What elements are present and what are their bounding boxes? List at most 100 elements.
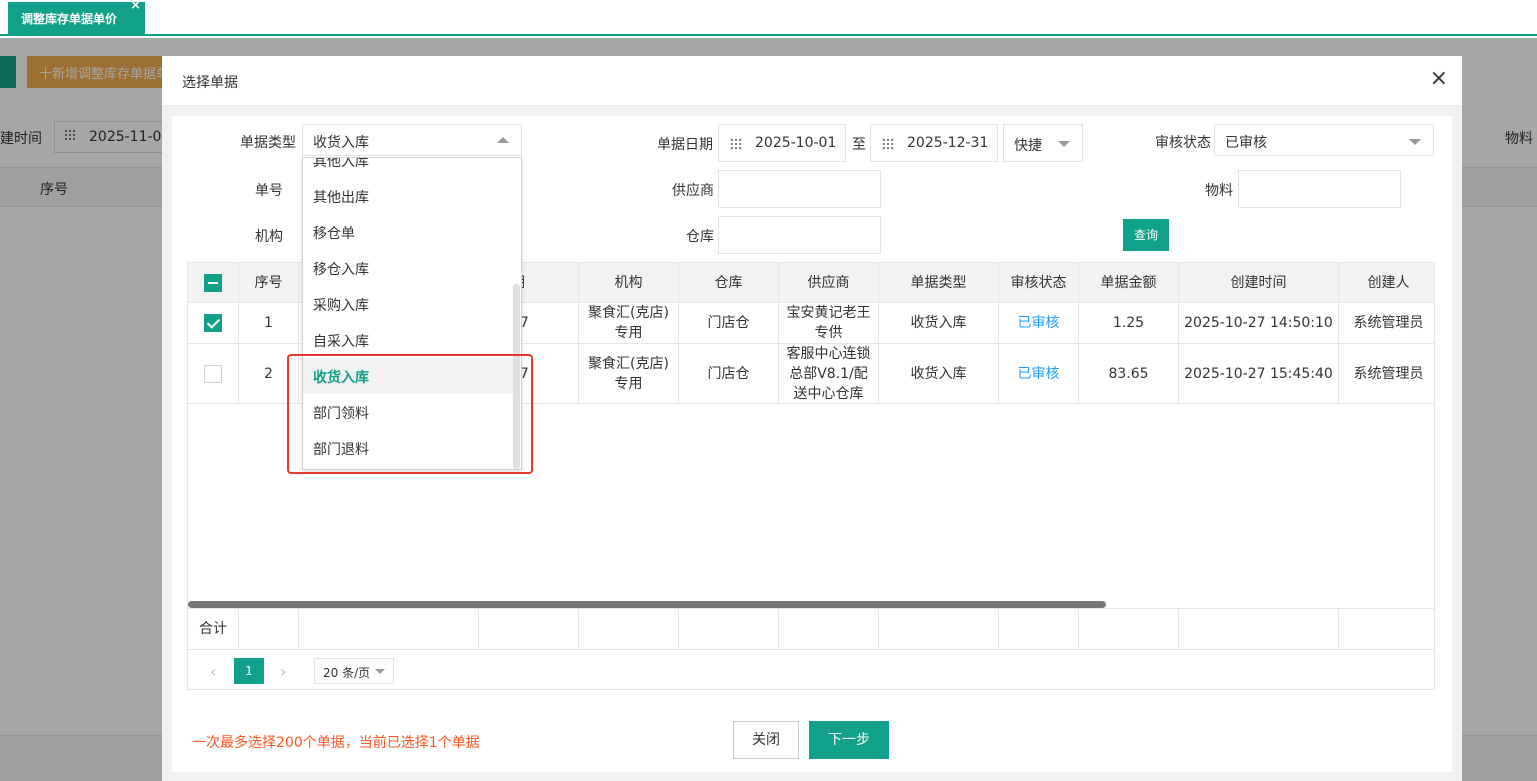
close-icon[interactable]: × <box>1430 66 1448 92</box>
cell-index: 1 <box>239 303 299 343</box>
caret-up-icon <box>497 137 509 143</box>
cell-created-time: 2025-10-27 14:50:10 <box>1179 303 1339 343</box>
sum-cell <box>239 609 299 649</box>
date-from-field[interactable]: 2025-10-01 <box>718 124 846 162</box>
sum-cell <box>879 609 999 649</box>
checkbox-checked-icon[interactable] <box>204 314 222 332</box>
col-doc-type: 单据类型 <box>879 263 999 302</box>
date-to-value: 2025-12-31 <box>907 135 989 151</box>
page-size-select[interactable]: 20 条/页 <box>314 658 394 684</box>
checkbox-partial-icon[interactable] <box>204 273 222 292</box>
sum-cell <box>299 609 479 649</box>
org-label: 机构 <box>255 229 283 245</box>
cell-org: 聚食汇(克店)专用 <box>579 344 679 403</box>
cell-doc-type: 收货入库 <box>879 303 999 343</box>
doc-type-label: 单据类型 <box>240 135 296 151</box>
modal-body: 单据类型 收货入库 单据日期 2025-10-01 至 2025-12-31 快… <box>172 116 1452 760</box>
dropdown-item-transfer-in[interactable]: 移仓入库 <box>303 250 513 286</box>
warehouse-label: 仓库 <box>686 229 714 245</box>
selection-message: 一次最多选择200个单据，当前已选择1个单据 <box>192 735 480 751</box>
sum-cell <box>1079 609 1179 649</box>
modal-header: 选择单据 × <box>162 56 1462 106</box>
cell-warehouse: 门店仓 <box>679 344 779 403</box>
review-status-select[interactable]: 已审核 <box>1214 124 1434 156</box>
cell-review-status[interactable]: 已审核 <box>999 303 1079 343</box>
row-select[interactable] <box>188 303 239 343</box>
calendar-icon <box>731 137 743 149</box>
doc-date-label: 单据日期 <box>657 137 713 153</box>
cell-org: 聚食汇(克店)专用 <box>579 303 679 343</box>
doc-type-select[interactable]: 收货入库 <box>302 124 522 156</box>
review-status-label: 审核状态 <box>1155 135 1211 151</box>
tab-label: 调整库存单据单价 <box>21 12 118 26</box>
dropdown-item-transfer[interactable]: 移仓单 <box>303 214 513 250</box>
cell-creator: 系统管理员 <box>1339 303 1434 343</box>
warehouse-input[interactable] <box>718 216 881 254</box>
sum-cell <box>1179 609 1339 649</box>
col-created-time: 创建时间 <box>1179 263 1339 302</box>
cell-review-status[interactable]: 已审核 <box>999 344 1079 403</box>
cell-supplier: 客服中心连锁总部V8.1/配送中心仓库 <box>779 344 879 403</box>
doc-type-dropdown[interactable]: 其他入库 其他出库 移仓单 移仓入库 采购入库 自采入库 收货入库 部门领料 部… <box>302 157 522 470</box>
material-label: 物料 <box>1205 183 1233 199</box>
top-tab-bar: 调整库存单据单价 × <box>0 0 1537 36</box>
supplier-input[interactable] <box>718 170 881 208</box>
sum-cell <box>999 609 1079 649</box>
review-status-value: 已审核 <box>1225 135 1267 151</box>
dropdown-item-purchase-in[interactable]: 采购入库 <box>303 286 513 322</box>
header-select-all[interactable] <box>188 263 239 302</box>
material-input[interactable] <box>1238 170 1401 208</box>
page-size-value: 20 条/页 <box>323 666 371 680</box>
col-warehouse: 仓库 <box>679 263 779 302</box>
col-org: 机构 <box>579 263 679 302</box>
col-review-status: 审核状态 <box>999 263 1079 302</box>
tab-close-icon[interactable]: × <box>130 0 141 13</box>
modal-footer: 一次最多选择200个单据，当前已选择1个单据 关闭 下一步 <box>172 712 1452 772</box>
cell-warehouse: 门店仓 <box>679 303 779 343</box>
close-button[interactable]: 关闭 <box>733 721 799 759</box>
cell-supplier: 宝安黄记老王专供 <box>779 303 879 343</box>
dropdown-scrollbar[interactable] <box>513 284 520 469</box>
col-amount: 单据金额 <box>1079 263 1179 302</box>
dropdown-item-dept-requisition[interactable]: 部门领料 <box>303 394 513 430</box>
col-index: 序号 <box>239 263 299 302</box>
tab-adjust-price[interactable]: 调整库存单据单价 × <box>8 0 145 34</box>
modal-title: 选择单据 <box>182 75 238 91</box>
date-separator: 至 <box>852 137 866 153</box>
dropdown-item-self-purchase-in[interactable]: 自采入库 <box>303 322 513 358</box>
sum-cell <box>1339 609 1434 649</box>
cell-amount: 1.25 <box>1079 303 1179 343</box>
date-to-field[interactable]: 2025-12-31 <box>870 124 998 162</box>
quick-value: 快捷 <box>1014 138 1042 154</box>
cell-creator: 系统管理员 <box>1339 344 1434 403</box>
cell-index: 2 <box>239 344 299 403</box>
date-from-value: 2025-10-01 <box>755 135 837 151</box>
calendar-icon <box>883 137 895 149</box>
horizontal-scrollbar[interactable] <box>188 601 1106 608</box>
table-summary-row: 合计 <box>188 608 1434 650</box>
supplier-label: 供应商 <box>672 183 714 199</box>
col-supplier: 供应商 <box>779 263 879 302</box>
select-document-modal: 选择单据 × 单据类型 收货入库 单据日期 2025-10-01 至 2025-… <box>162 56 1462 781</box>
pagination: ‹ 1 › 20 条/页 <box>188 650 1434 689</box>
chevron-down-icon <box>1058 141 1070 147</box>
dropdown-item-other-out[interactable]: 其他出库 <box>303 178 513 214</box>
doc-type-value: 收货入库 <box>313 135 369 151</box>
chevron-down-icon <box>375 669 385 674</box>
dropdown-item-other-in[interactable]: 其他入库 <box>303 158 513 178</box>
chevron-right-icon[interactable]: › <box>280 662 286 681</box>
page-1-button[interactable]: 1 <box>234 658 264 684</box>
dropdown-item-dept-return[interactable]: 部门退料 <box>303 430 513 466</box>
sum-cell <box>679 609 779 649</box>
dropdown-item-receive-in[interactable]: 收货入库 <box>303 358 513 394</box>
quick-select[interactable]: 快捷 <box>1003 124 1083 162</box>
col-creator: 创建人 <box>1339 263 1434 302</box>
query-button[interactable]: 查询 <box>1123 219 1169 251</box>
chevron-left-icon[interactable]: ‹ <box>210 662 216 681</box>
cell-created-time: 2025-10-27 15:45:40 <box>1179 344 1339 403</box>
checkbox-icon[interactable] <box>204 364 222 383</box>
row-select[interactable] <box>188 344 239 403</box>
next-step-button[interactable]: 下一步 <box>809 721 889 759</box>
doc-no-label: 单号 <box>255 183 283 199</box>
sum-cell <box>579 609 679 649</box>
